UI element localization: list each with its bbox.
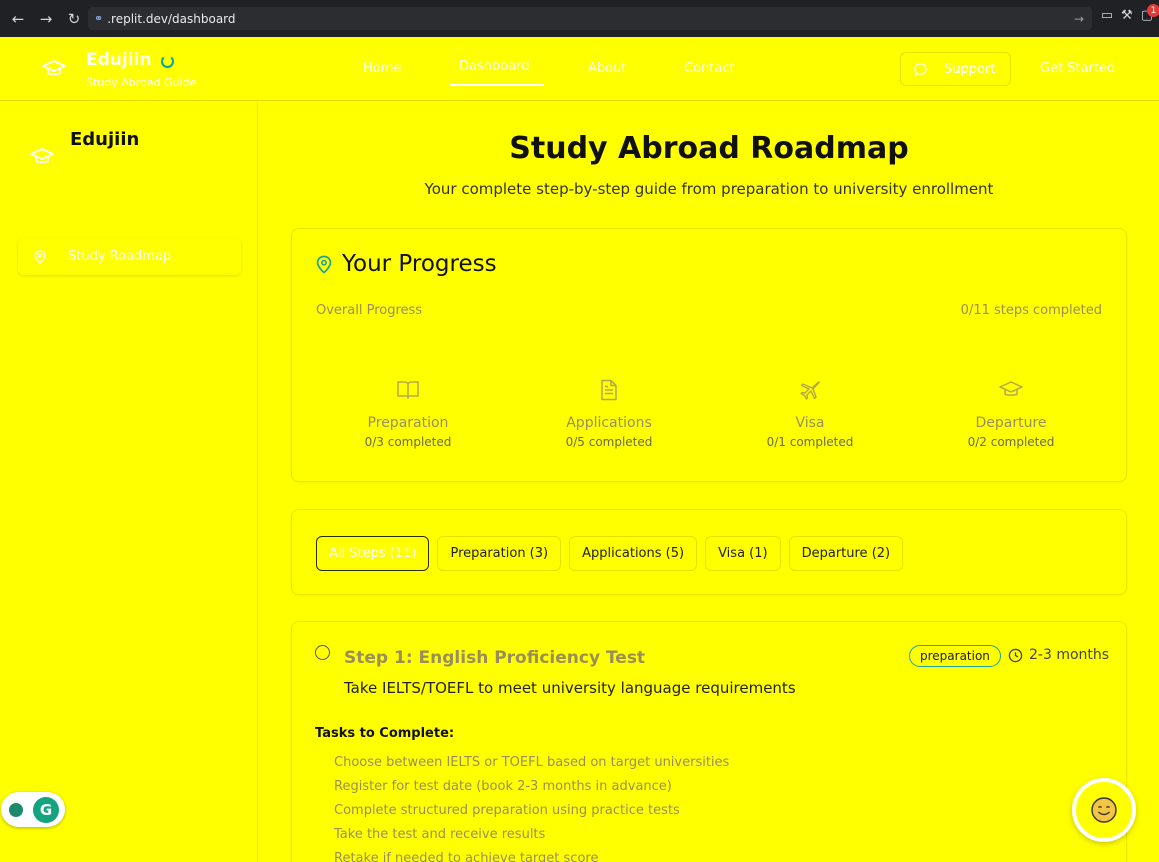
clock-icon	[1008, 648, 1023, 662]
graduation-cap-icon	[30, 148, 54, 164]
back-arrow-icon[interactable]: ←	[4, 5, 32, 33]
phase-name: Applications	[566, 415, 652, 431]
page-subtitle: Your complete step-by-step guide from pr…	[424, 180, 994, 198]
browser-extensions: ▭ ⚒ 1 ▢	[1101, 4, 1159, 23]
plane-icon	[710, 379, 910, 403]
screen-cast-icon[interactable]: ▭	[1101, 8, 1113, 23]
get-started-button[interactable]: Get Started	[1040, 61, 1115, 76]
forward-arrow-icon[interactable]: →	[32, 5, 60, 33]
loading-spinner-icon	[161, 55, 174, 68]
filter-preparation[interactable]: Preparation (3)	[437, 536, 562, 571]
filter-all-steps[interactable]: All Steps (11)	[316, 536, 430, 571]
map-pin-icon	[316, 255, 332, 274]
filter-applications[interactable]: Applications (5)	[569, 536, 698, 571]
step-filters: All Steps (11) Preparation (3) Applicati…	[316, 536, 904, 571]
phase-count: 0/1 completed	[766, 435, 854, 449]
phase-name: Preparation	[367, 415, 449, 431]
brand-subtitle: Study Abroad Guide	[86, 76, 197, 89]
sidebar: Edujiin Study Roadmap	[0, 102, 258, 862]
sidebar-brand[interactable]: Edujiin	[70, 129, 139, 150]
notification-badge: 1	[1147, 4, 1159, 17]
page-title: Study Abroad Roadmap	[509, 131, 909, 166]
step-card: Step 1: English Proficiency Test prepara…	[291, 621, 1127, 862]
bulb-icon	[9, 802, 23, 817]
step-duration-label: 2-3 months	[1029, 647, 1110, 663]
chat-button[interactable]	[1072, 778, 1136, 842]
task-item: Retake if needed to achieve target score	[334, 851, 599, 862]
nav-active-indicator	[449, 84, 544, 86]
url-domain: .replit.dev	[107, 11, 168, 26]
phase-visa: Visa 0/1 completed	[710, 379, 910, 449]
nav-dashboard[interactable]: Dashboard	[459, 59, 530, 74]
phase-count: 0/3 completed	[364, 435, 452, 449]
overall-progress-label: Overall Progress	[316, 303, 423, 318]
graduation-cap-icon	[911, 379, 1111, 403]
phase-departure: Departure 0/2 completed	[911, 379, 1111, 449]
document-icon	[509, 379, 709, 403]
phase-preparation: Preparation 0/3 completed	[308, 379, 508, 449]
filter-card: All Steps (11) Preparation (3) Applicati…	[291, 509, 1127, 595]
step-description: Take IELTS/TOEFL to meet university lang…	[344, 679, 796, 697]
phase-applications: Applications 0/5 completed	[509, 379, 709, 449]
sidebar-item-study-roadmap[interactable]: Study Roadmap	[18, 238, 241, 275]
support-button[interactable]: Support	[900, 52, 1011, 86]
extension-icon[interactable]: ⚒ 1	[1121, 4, 1159, 23]
task-item: Complete structured preparation using pr…	[334, 803, 680, 818]
step-complete-checkbox[interactable]	[315, 645, 330, 660]
address-bar[interactable]: ⚭ .replit.dev/dashboard →	[88, 7, 1092, 30]
progress-header: Your Progress	[316, 251, 497, 277]
sidebar-item-label: Study Roadmap	[68, 249, 172, 264]
graduation-cap-icon[interactable]	[42, 58, 66, 78]
task-list: Choose between IELTS or TOEFL based on t…	[334, 754, 729, 862]
task-item: Take the test and receive results	[334, 827, 546, 842]
progress-card: Your Progress Overall Progress 0/11 step…	[291, 228, 1127, 482]
site-header: Edujiin Study Abroad Guide Home Dashboar…	[0, 37, 1159, 101]
smile-icon	[1091, 797, 1117, 823]
nav-about[interactable]: About	[588, 61, 626, 76]
step-duration: 2-3 months	[1008, 647, 1109, 663]
overall-progress-count: 0/11 steps completed	[960, 303, 1102, 318]
task-item: Register for test date (book 2-3 months …	[334, 779, 672, 794]
url-path: /dashboard	[168, 11, 236, 26]
grammarly-widget[interactable]: G	[1, 792, 65, 827]
phase-name: Departure	[975, 415, 1047, 431]
step-category-badge: preparation	[909, 645, 1001, 667]
book-icon	[308, 379, 508, 403]
phase-count: 0/2 completed	[967, 435, 1055, 449]
support-label: Support	[944, 61, 996, 77]
go-arrow-icon[interactable]: →	[1074, 12, 1084, 26]
step-title: Step 1: English Proficiency Test	[344, 648, 646, 668]
nav-contact[interactable]: Contact	[684, 61, 735, 76]
phase-name: Visa	[795, 415, 825, 431]
brand-name[interactable]: Edujiin	[86, 50, 151, 70]
grammarly-icon: G	[33, 796, 59, 823]
progress-title: Your Progress	[342, 251, 497, 277]
link-icon: ⚭	[94, 12, 104, 25]
map-pin-icon	[34, 249, 46, 264]
reload-icon[interactable]: ↻	[60, 5, 88, 33]
filter-visa[interactable]: Visa (1)	[705, 536, 781, 571]
filter-departure[interactable]: Departure (2)	[788, 536, 904, 571]
chat-bubble-icon	[914, 62, 927, 76]
phase-count: 0/5 completed	[565, 435, 653, 449]
tasks-heading: Tasks to Complete:	[315, 726, 455, 741]
browser-toolbar: ← → ↻ ⚭ .replit.dev/dashboard → ▭ ⚒ 1 ▢	[0, 0, 1159, 37]
nav-home[interactable]: Home	[363, 61, 401, 76]
task-item: Choose between IELTS or TOEFL based on t…	[334, 755, 730, 770]
